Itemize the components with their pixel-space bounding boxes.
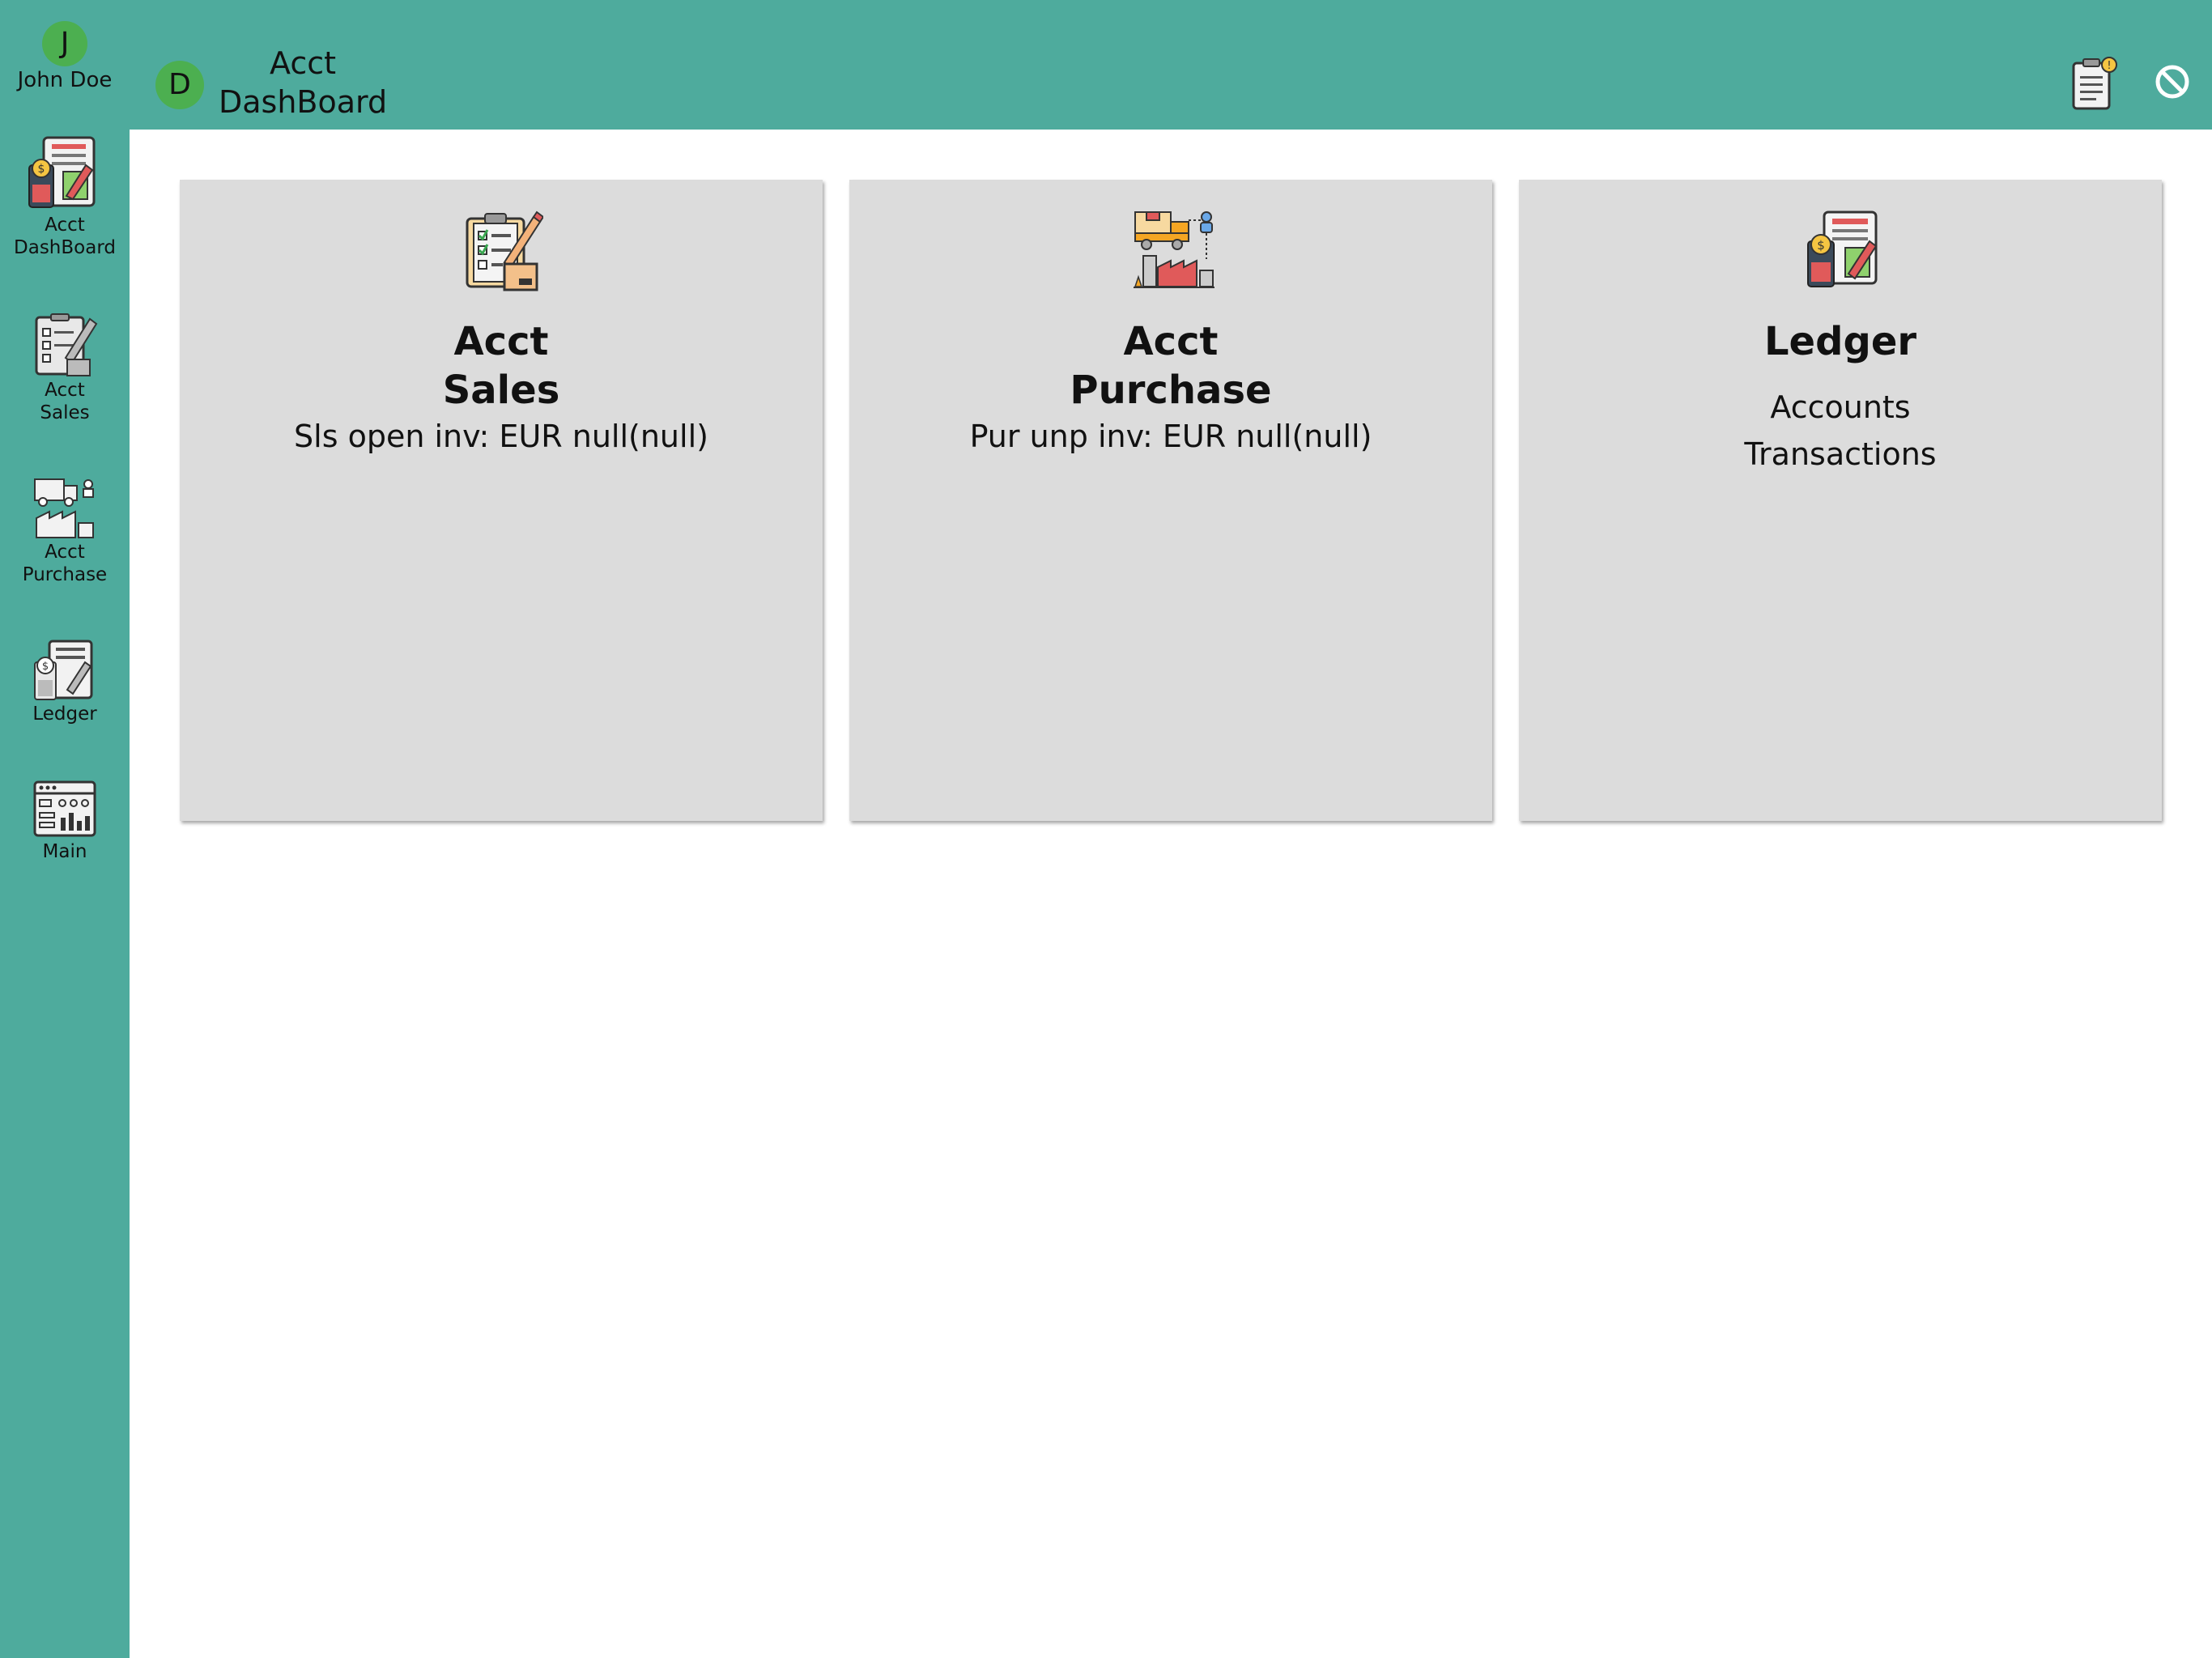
sidebar-item-acct-sales[interactable]: Acct Sales — [0, 312, 130, 424]
block-button[interactable] — [2154, 63, 2191, 104]
sidebar-item-ledger[interactable]: $ Ledger — [0, 638, 130, 725]
user-name: John Doe — [17, 68, 113, 92]
card-subtitle: Accounts Transactions — [1744, 389, 1937, 472]
top-bar: D Acct DashBoard ! — [130, 0, 2212, 130]
purchase-delivery-icon — [1134, 211, 1214, 288]
ledger-icon: $ — [34, 640, 93, 700]
sidebar-item-label: Acct Sales — [40, 380, 90, 423]
block-icon — [2155, 65, 2189, 99]
svg-text:$: $ — [1817, 238, 1825, 253]
sidebar-item-label: Main — [42, 841, 87, 862]
card-subtitle: Sls open inv: EUR null(null) — [294, 419, 708, 454]
clipboard-notification-icon: ! — [2072, 57, 2117, 110]
sidebar-item-acct-purchase[interactable]: Acct Purchase — [0, 476, 130, 586]
card-title: Ledger — [1763, 319, 1917, 364]
user-avatar: J — [42, 21, 87, 66]
ledger-icon: $ — [1807, 210, 1878, 287]
card-title: Acct Purchase — [1070, 319, 1272, 413]
sidebar-item-main[interactable]: Main — [0, 779, 130, 863]
card-acct-purchase[interactable]: Acct Purchase Pur unp inv: EUR null(null… — [849, 180, 1492, 821]
page-title: Acct DashBoard — [219, 45, 388, 120]
svg-text:!: ! — [2107, 60, 2111, 72]
sidebar-item-label: Ledger — [32, 704, 97, 725]
sidebar: J John Doe $ Acct DashBoard Acct Sales A… — [0, 0, 130, 1658]
card-title: Acct Sales — [442, 319, 560, 413]
sidebar-item-acct-dashboard[interactable]: $ Acct DashBoard — [0, 133, 130, 259]
card-acct-sales[interactable]: Acct Sales Sls open inv: EUR null(null) — [180, 180, 823, 821]
sales-checklist-icon — [35, 313, 98, 376]
ledger-icon: $ — [28, 136, 96, 208]
svg-text:$: $ — [42, 661, 49, 673]
header-avatar[interactable]: D — [155, 61, 204, 109]
sidebar-item-label: Acct Purchase — [22, 542, 108, 585]
card-subtitle: Pur unp inv: EUR null(null) — [969, 419, 1372, 454]
card-ledger[interactable]: $ Ledger Accounts Transactions — [1519, 180, 2162, 821]
notes-button[interactable]: ! — [2069, 57, 2117, 115]
svg-text:$: $ — [38, 163, 45, 176]
sales-checklist-icon — [466, 210, 543, 291]
dashboard-icon — [33, 780, 96, 837]
sidebar-item-label: Acct DashBoard — [14, 215, 116, 258]
purchase-delivery-icon — [34, 478, 94, 538]
user-profile[interactable]: J John Doe — [0, 21, 130, 92]
